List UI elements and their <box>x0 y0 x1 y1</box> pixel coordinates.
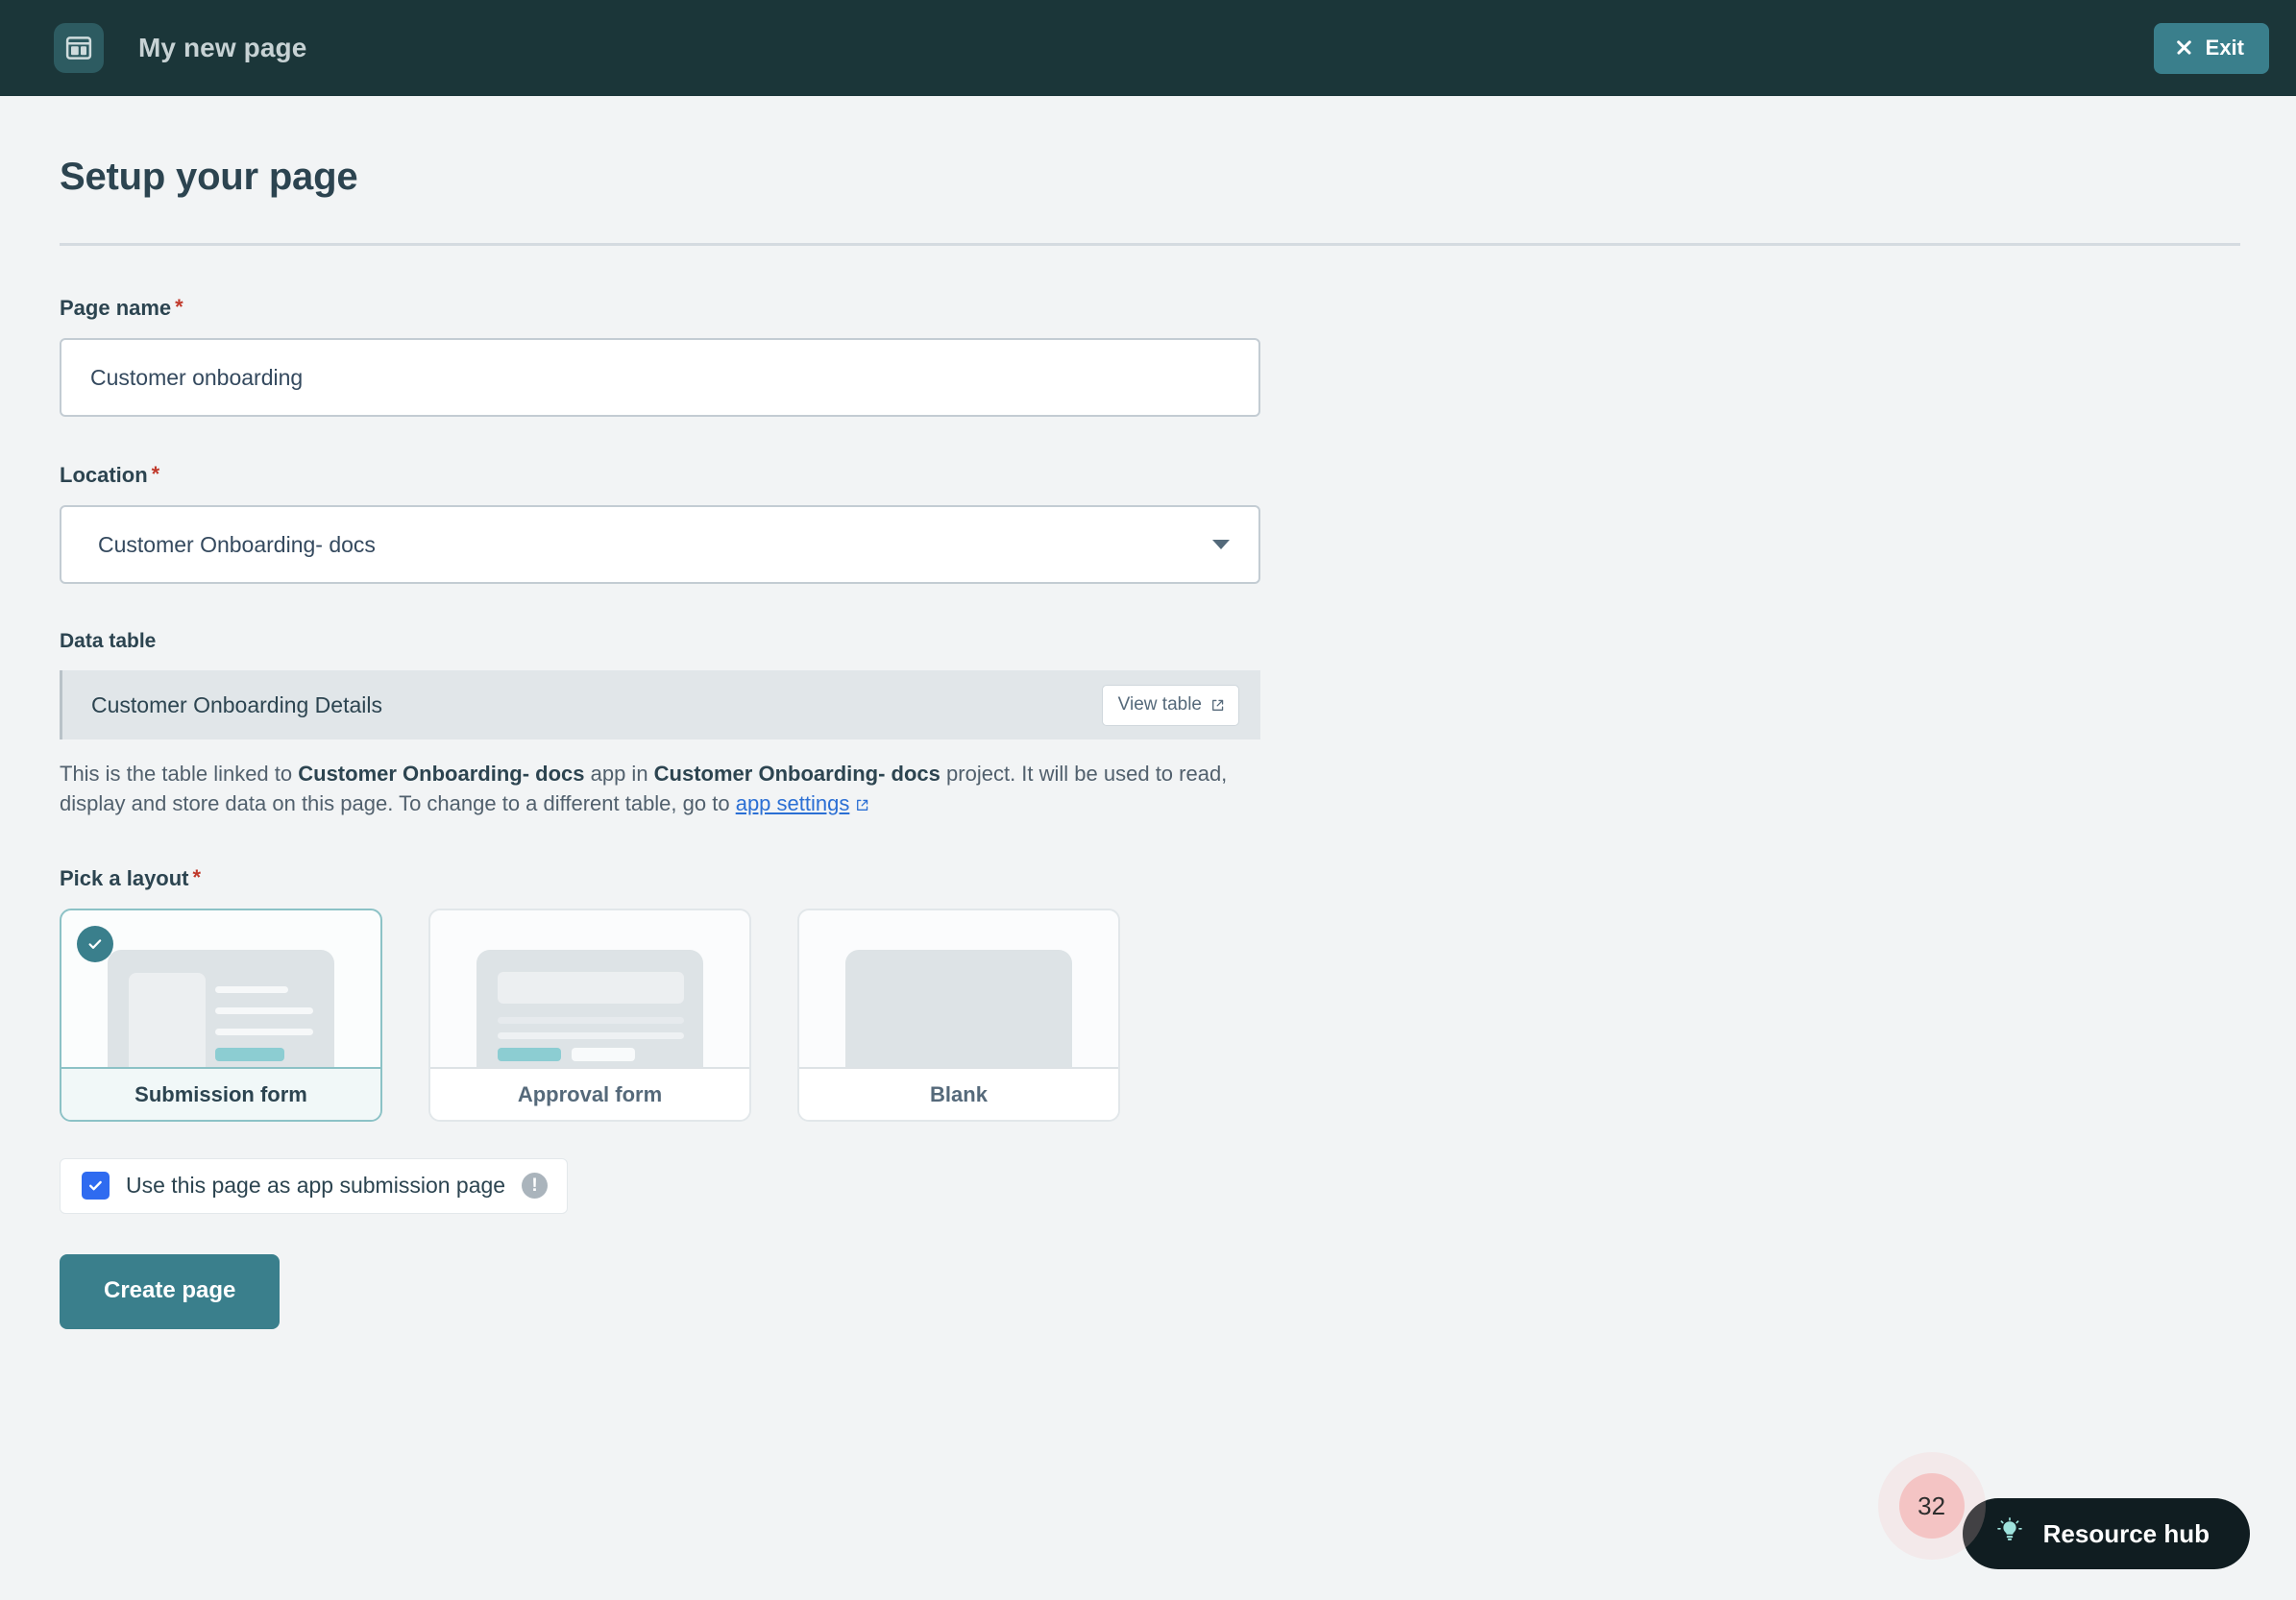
exit-button-label: Exit <box>2206 36 2244 61</box>
checkbox-checked-icon[interactable] <box>82 1172 110 1200</box>
preview-screen <box>845 950 1072 1067</box>
info-exclamation-icon[interactable]: ! <box>522 1173 548 1199</box>
layout-preview-blank <box>799 910 1118 1067</box>
exit-button[interactable]: Exit <box>2154 23 2269 74</box>
external-link-icon <box>1210 697 1225 712</box>
app-title: My new page <box>138 33 306 63</box>
help-app-name: Customer Onboarding- docs <box>298 762 584 786</box>
resource-hub-button[interactable]: 32 Resource hub <box>1963 1498 2250 1569</box>
layout-card-blank[interactable]: Blank <box>797 909 1120 1122</box>
location-field-block: Location * Customer Onboarding- docs <box>60 463 1260 584</box>
close-icon <box>2175 38 2193 57</box>
preview-sidepane <box>129 973 206 1067</box>
lightbulb-icon <box>1995 1516 2024 1552</box>
external-link-icon <box>855 790 869 805</box>
top-bar: My new page Exit <box>0 0 2296 96</box>
page-layout-icon <box>54 23 104 73</box>
create-page-button[interactable]: Create page <box>60 1254 280 1329</box>
setup-form: Page name * Location * Customer Onboardi… <box>60 296 1260 1329</box>
preview-secondary-button <box>572 1048 635 1061</box>
data-table-help-text: This is the table linked to Customer Onb… <box>60 759 1241 818</box>
page-name-field-block: Page name * <box>60 296 1260 417</box>
preview-line <box>498 1017 684 1024</box>
resource-hub-badge: 32 <box>1899 1473 1965 1539</box>
preview-big-field <box>498 972 684 1004</box>
help-prefix: This is the table linked to <box>60 762 298 786</box>
help-project-name: Customer Onboarding- docs <box>654 762 940 786</box>
data-table-label: Data table <box>60 630 1260 653</box>
layout-preview-submission-form <box>61 910 380 1067</box>
title-divider <box>60 243 2240 246</box>
layout-card-submission-form[interactable]: Submission form <box>60 909 382 1122</box>
required-marker: * <box>193 867 202 888</box>
layout-card-label: Approval form <box>430 1067 749 1120</box>
resource-hub: 32 Resource hub <box>1963 1498 2250 1569</box>
data-table-block: Data table Customer Onboarding Details V… <box>60 630 1260 818</box>
page-title: Setup your page <box>60 156 2240 199</box>
layout-card-list: Submission form Approval form <box>60 909 1260 1122</box>
submission-page-checkbox-label: Use this page as app submission page <box>126 1173 505 1199</box>
preview-line <box>498 1032 684 1039</box>
layout-card-label: Submission form <box>61 1067 380 1120</box>
layout-card-approval-form[interactable]: Approval form <box>428 909 751 1122</box>
help-mid-1: app in <box>585 762 654 786</box>
data-table-row: Customer Onboarding Details View table <box>60 670 1260 739</box>
page-name-input[interactable] <box>60 338 1260 417</box>
data-table-name: Customer Onboarding Details <box>91 692 382 718</box>
required-marker: * <box>152 464 160 485</box>
view-table-label: View table <box>1118 694 1202 715</box>
preview-screen <box>108 950 334 1067</box>
preview-line <box>215 1029 313 1035</box>
app-settings-link-label: app settings <box>736 791 850 815</box>
submission-page-checkbox-row[interactable]: Use this page as app submission page ! <box>60 1158 568 1214</box>
app-settings-link[interactable]: app settings <box>736 791 870 815</box>
layout-card-label: Blank <box>799 1067 1118 1120</box>
layout-preview-approval-form <box>430 910 749 1067</box>
location-label: Location * <box>60 463 1260 488</box>
layout-picker-section: Pick a layout * <box>60 866 1260 1122</box>
layout-label-text: Pick a layout <box>60 866 189 891</box>
preview-line <box>215 986 288 993</box>
page-name-label-text: Page name <box>60 296 171 321</box>
preview-primary-button <box>215 1048 284 1061</box>
page-content: Setup your page Page name * Location * C… <box>0 96 2296 1600</box>
location-select-value: Customer Onboarding- docs <box>98 532 376 558</box>
preview-screen <box>476 950 703 1067</box>
location-select-wrap: Customer Onboarding- docs <box>60 505 1260 584</box>
resource-hub-label: Resource hub <box>2043 1519 2210 1549</box>
preview-primary-button <box>498 1048 561 1061</box>
location-label-text: Location <box>60 463 148 488</box>
required-marker: * <box>175 297 183 318</box>
preview-line <box>215 1007 313 1014</box>
layout-label: Pick a layout * <box>60 866 1260 891</box>
location-select[interactable]: Customer Onboarding- docs <box>60 505 1260 584</box>
page-name-label: Page name * <box>60 296 1260 321</box>
view-table-button[interactable]: View table <box>1102 685 1239 726</box>
